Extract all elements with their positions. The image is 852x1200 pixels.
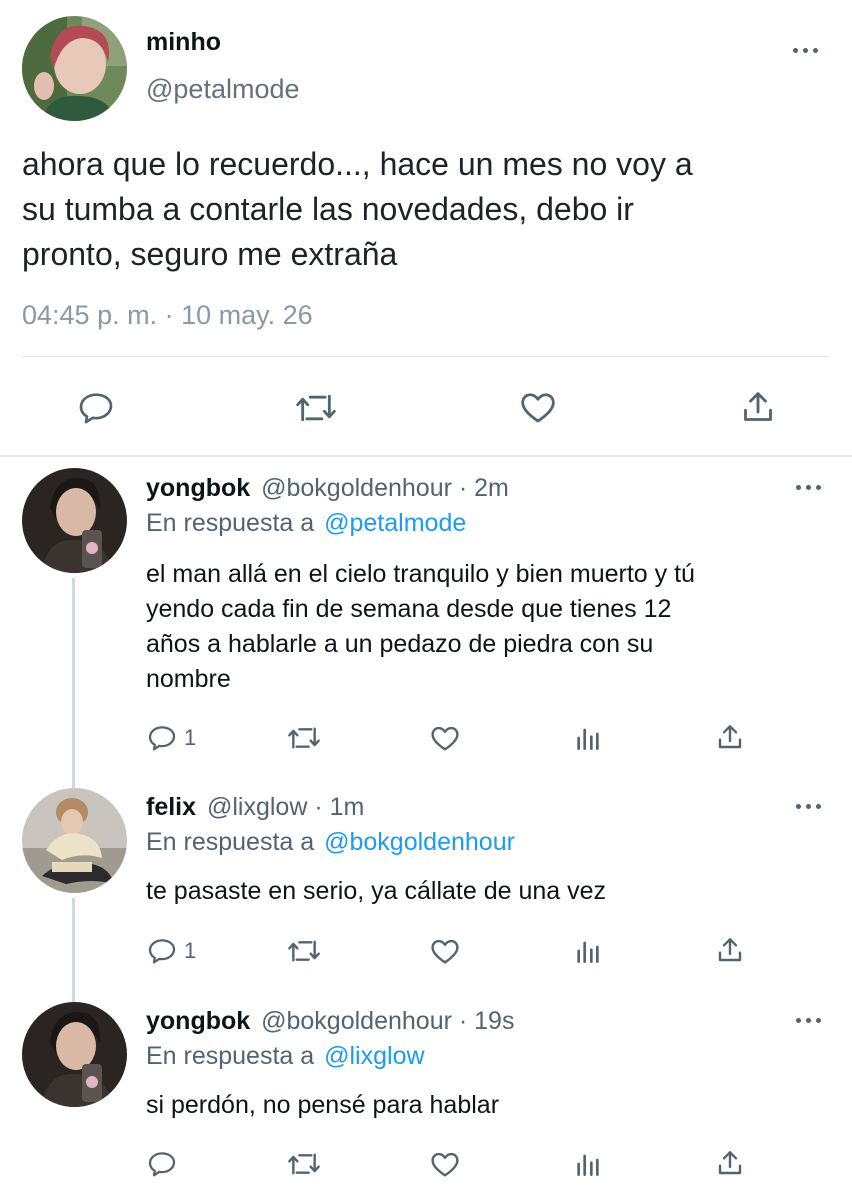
main-text-line: ahora que lo recuerdo..., hace un mes no… (22, 146, 693, 182)
divider (22, 356, 830, 357)
reply-display-name[interactable]: yongbok (146, 1007, 250, 1035)
reply-text: el man allá en el cielo tranquilo y bien… (146, 557, 695, 697)
reply-text-line: yendo cada fin de semana desde que tiene… (146, 595, 672, 623)
replying-to: En respuesta a @bokgoldenhour (146, 828, 515, 857)
thread-line (72, 578, 75, 790)
reply-icon[interactable]: 1 (146, 722, 196, 754)
replying-to-handle[interactable]: @petalmode (324, 509, 466, 537)
replying-to-handle[interactable]: @bokgoldenhour (324, 828, 515, 856)
reply-count: 1 (184, 725, 197, 750)
main-tweet-text: ahora que lo recuerdo..., hace un mes no… (22, 142, 693, 277)
like-icon[interactable] (428, 721, 462, 755)
reply-count: 1 (184, 938, 197, 963)
like-icon[interactable] (428, 934, 462, 968)
share-icon[interactable] (714, 720, 746, 754)
reply-display-name[interactable]: yongbok (146, 474, 250, 502)
more-options-icon[interactable] (793, 48, 818, 53)
reply-header: yongbok @bokgoldenhour · 19s (146, 1007, 514, 1036)
like-icon[interactable] (428, 1147, 462, 1181)
main-handle[interactable]: @petalmode (146, 74, 300, 105)
retweet-icon[interactable] (286, 1148, 322, 1180)
reply-avatar[interactable] (22, 788, 127, 893)
more-options-icon[interactable] (796, 485, 821, 490)
views-icon[interactable] (572, 722, 604, 754)
more-options-icon[interactable] (796, 1018, 821, 1023)
retweet-icon[interactable] (294, 388, 338, 428)
reply-handle-time[interactable]: @bokgoldenhour · 2m (261, 474, 509, 502)
main-timestamp[interactable]: 04:45 p. m. · 10 may. 26 (22, 300, 313, 331)
replying-to: En respuesta a @lixglow (146, 1042, 425, 1071)
main-text-line: pronto, seguro me extraña (22, 236, 398, 272)
divider (0, 455, 852, 457)
reply-icon[interactable] (146, 1148, 178, 1180)
share-icon[interactable] (738, 386, 778, 428)
share-icon[interactable] (714, 933, 746, 967)
replying-to-label: En respuesta a (146, 828, 315, 856)
reply-handle-time[interactable]: @bokgoldenhour · 19s (261, 1007, 514, 1035)
replying-to-label: En respuesta a (146, 1042, 315, 1070)
views-icon[interactable] (572, 1148, 604, 1180)
main-text-line: su tumba a contarle las novedades, debo … (22, 191, 634, 227)
reply-icon[interactable] (76, 388, 116, 428)
reply-text: si perdón, no pensé para hablar (146, 1088, 499, 1123)
reply-header: yongbok @bokgoldenhour · 2m (146, 474, 509, 503)
retweet-icon[interactable] (286, 935, 322, 967)
reply-text-line: nombre (146, 665, 231, 693)
share-icon[interactable] (714, 1146, 746, 1180)
reply-text-line: el man allá en el cielo tranquilo y bien… (146, 560, 695, 588)
reply-text-line: te pasaste en serio, ya cállate de una v… (146, 877, 607, 905)
views-icon[interactable] (572, 935, 604, 967)
reply-icon[interactable]: 1 (146, 935, 196, 967)
main-avatar[interactable] (22, 16, 127, 121)
reply-handle-time[interactable]: @lixglow · 1m (207, 793, 364, 821)
reply-avatar[interactable] (22, 468, 127, 573)
reply-text-line: años a hablarle a un pedazo de piedra co… (146, 630, 654, 658)
replying-to: En respuesta a @petalmode (146, 509, 466, 538)
reply-avatar[interactable] (22, 1002, 127, 1107)
main-display-name[interactable]: minho (146, 28, 221, 57)
replying-to-label: En respuesta a (146, 509, 315, 537)
reply-text-line: si perdón, no pensé para hablar (146, 1091, 500, 1119)
retweet-icon[interactable] (286, 722, 322, 754)
like-icon[interactable] (517, 386, 559, 428)
reply-display-name[interactable]: felix (146, 793, 196, 821)
replying-to-handle[interactable]: @lixglow (324, 1042, 424, 1070)
thread-line (72, 898, 75, 1002)
more-options-icon[interactable] (796, 804, 821, 809)
reply-text: te pasaste en serio, ya cállate de una v… (146, 874, 606, 909)
reply-header: felix @lixglow · 1m (146, 793, 364, 822)
